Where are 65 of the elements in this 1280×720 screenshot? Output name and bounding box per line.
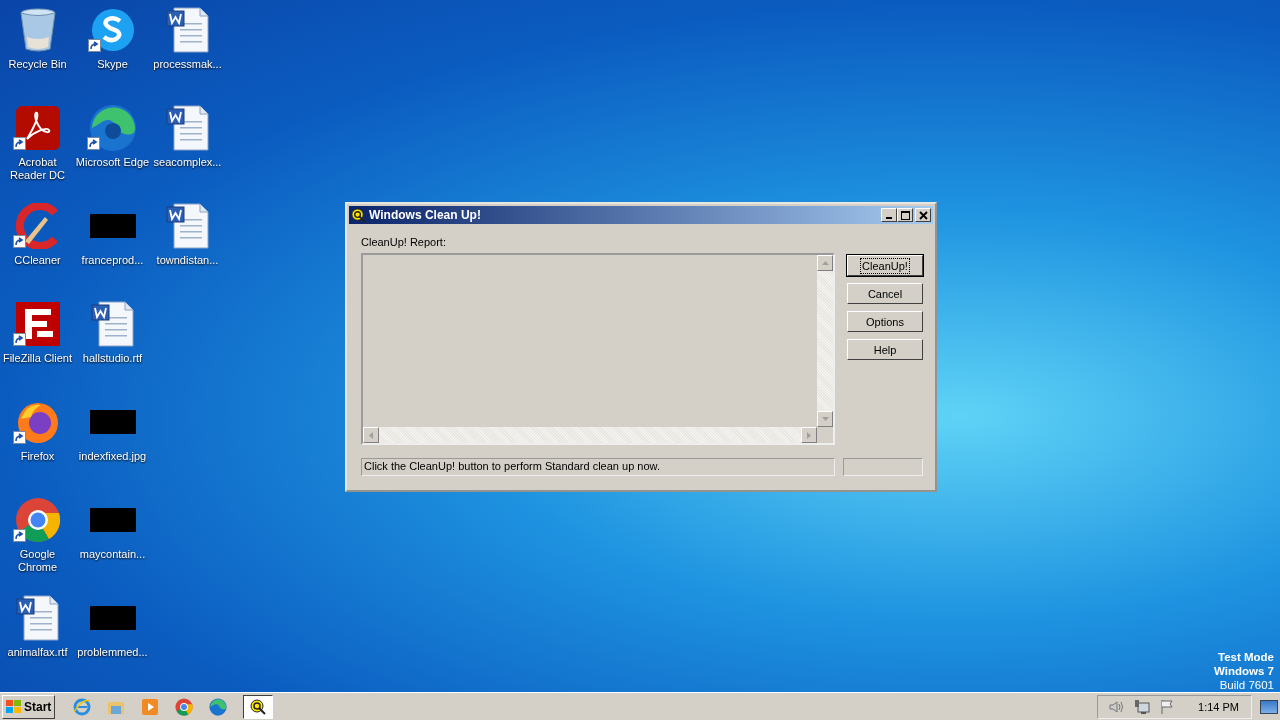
document-icon[interactable] bbox=[90, 301, 135, 347]
icon-label[interactable]: maycontain... bbox=[79, 548, 146, 561]
dialog-button[interactable]: Options bbox=[847, 311, 923, 332]
os-watermark-text: Windows 7 bbox=[1214, 664, 1274, 678]
icon-label[interactable]: CCleaner bbox=[14, 254, 61, 267]
speaker-icon[interactable] bbox=[1108, 699, 1125, 714]
image-thumbnail-icon[interactable] bbox=[89, 508, 136, 532]
maximize-button[interactable] bbox=[897, 208, 913, 222]
icon-label[interactable]: Skype bbox=[97, 58, 128, 71]
windows-logo-icon bbox=[6, 699, 22, 714]
brush-c-icon[interactable] bbox=[14, 203, 61, 249]
clock[interactable]: 1:14 PM bbox=[1198, 700, 1239, 713]
scroll-down-icon[interactable] bbox=[817, 411, 833, 427]
icon-label[interactable]: Recycle Bin bbox=[8, 58, 67, 71]
icon-label[interactable]: Microsoft Edge bbox=[75, 156, 150, 169]
minimize-button[interactable] bbox=[881, 208, 897, 222]
icon-label[interactable]: seacomplex... bbox=[153, 156, 222, 169]
window-title: Windows Clean Up! bbox=[369, 208, 482, 222]
flag-icon[interactable] bbox=[1160, 698, 1175, 715]
magnifier-icon bbox=[250, 698, 267, 715]
report-label: CleanUp! Report: bbox=[361, 236, 447, 248]
recycle-bin-icon[interactable] bbox=[17, 7, 58, 53]
icon-label[interactable]: FileZilla Client bbox=[2, 352, 73, 365]
image-thumbnail-icon[interactable] bbox=[89, 606, 136, 630]
chrome-icon[interactable] bbox=[14, 497, 61, 543]
image-thumbnail-icon[interactable] bbox=[89, 214, 136, 238]
icon-label[interactable]: hallstudio.rtf bbox=[82, 352, 143, 365]
document-icon[interactable] bbox=[15, 595, 60, 641]
dialog-button[interactable]: Help bbox=[847, 339, 923, 360]
skype-icon[interactable] bbox=[89, 7, 136, 53]
os-watermark-text: Test Mode bbox=[1218, 650, 1274, 664]
icon-label[interactable]: Firefox bbox=[20, 450, 55, 463]
scroll-right-icon[interactable] bbox=[801, 427, 817, 443]
dialog-button[interactable]: Cancel bbox=[847, 283, 923, 304]
filezilla-icon[interactable] bbox=[14, 301, 61, 347]
image-thumbnail-icon[interactable] bbox=[89, 410, 136, 434]
scroll-left-icon[interactable] bbox=[363, 427, 379, 443]
icon-label[interactable]: Google Chrome bbox=[0, 548, 75, 574]
os-watermark-text: Build 7601 bbox=[1219, 678, 1274, 692]
dialog-button[interactable]: CleanUp! bbox=[847, 255, 923, 276]
document-icon[interactable] bbox=[165, 7, 210, 53]
network-icon[interactable] bbox=[1134, 698, 1151, 715]
icon-label[interactable]: problemmed... bbox=[77, 646, 148, 659]
document-icon[interactable] bbox=[165, 105, 210, 151]
close-icon bbox=[918, 210, 928, 220]
maximize-icon bbox=[900, 210, 910, 220]
icon-label[interactable]: processmak... bbox=[153, 58, 222, 71]
magnifier-icon bbox=[351, 207, 366, 223]
close-button[interactable] bbox=[915, 208, 931, 222]
document-icon[interactable] bbox=[165, 203, 210, 249]
taskbar-button[interactable] bbox=[243, 694, 274, 719]
icon-label[interactable]: towndistan... bbox=[156, 254, 219, 267]
start-button[interactable]: Start bbox=[2, 694, 56, 719]
acrobat-icon[interactable] bbox=[14, 105, 61, 151]
icon-label[interactable]: indexfixed.jpg bbox=[78, 450, 147, 463]
icon-label[interactable]: animalfax.rtf bbox=[7, 646, 68, 659]
horizontal-scrollbar[interactable] bbox=[363, 427, 817, 443]
chrome-icon[interactable] bbox=[175, 697, 194, 716]
vertical-scrollbar[interactable] bbox=[817, 255, 833, 427]
icon-label[interactable]: Acrobat Reader DC bbox=[0, 156, 75, 182]
show-desktop-button[interactable] bbox=[1260, 699, 1278, 714]
icon-label[interactable]: franceprod... bbox=[81, 254, 144, 267]
scroll-up-icon[interactable] bbox=[817, 255, 833, 271]
edge-icon[interactable] bbox=[88, 104, 137, 152]
status-text: Click the CleanUp! button to perform Standard clean up now. bbox=[361, 458, 835, 476]
